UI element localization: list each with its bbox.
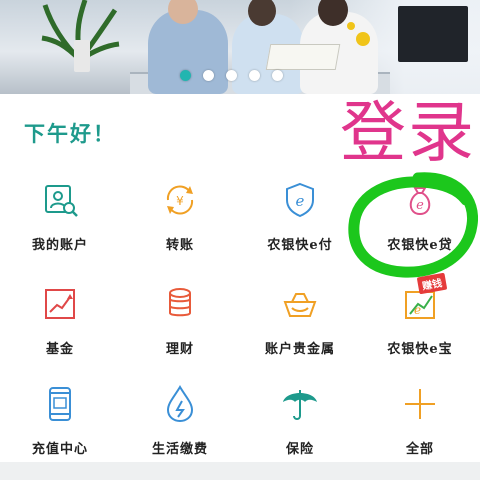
carousel-dot[interactable] [226,70,237,81]
menu-item-label: 理财 [165,342,194,357]
svg-text:e: e [296,192,305,210]
menu-item-label: 农银快e宝 [387,342,453,357]
menu-item-utility[interactable]: 生活缴费 [120,372,240,472]
banner-coin-image [356,32,370,46]
phone-recharge-icon [49,387,71,421]
bottom-divider [0,462,480,480]
fund-chart-icon [45,289,75,319]
menu-item-insurance[interactable]: 保险 [240,372,360,472]
wealth-coins-icon [169,288,191,317]
transfer-yuan-icon: ¥ [166,185,194,215]
account-search-icon [45,185,78,217]
promo-banner[interactable] [0,0,480,94]
svg-text:e: e [416,198,424,213]
carousel-indicator [180,70,283,81]
carousel-dot-active[interactable] [180,70,191,81]
carousel-dot[interactable] [203,70,214,81]
banner-monitor-image [398,6,468,62]
menu-item-all[interactable]: 全部 [360,372,480,472]
menu-item-e-pay[interactable]: e 农银快e付 [240,168,360,268]
e-pay-shield-icon: e [286,182,314,218]
menu-item-label: 农银快e付 [267,238,333,253]
menu-item-e-loan[interactable]: e 农银快e贷 [360,168,480,268]
menu-item-label: 我的账户 [31,238,88,253]
menu-item-label: 基金 [45,342,74,357]
menu-item-label: 转账 [165,238,194,253]
menu-item-label: 充值中心 [31,442,88,457]
menu-item-transfer[interactable]: ¥ 转账 [120,168,240,268]
umbrella-icon [283,390,317,420]
banner-document-image [265,44,341,70]
svg-text:e: e [414,303,421,317]
menu-item-recharge[interactable]: 充值中心 [0,372,120,472]
svg-text:¥: ¥ [176,194,184,208]
carousel-dot[interactable] [272,70,283,81]
menu-item-my-account[interactable]: 我的账户 [0,168,120,268]
banner-coin-image [347,22,355,30]
annotation-text: 登录 [340,94,476,171]
menu-item-label: 农银快e贷 [387,238,453,253]
e-loan-bag-icon: e [409,187,431,216]
menu-item-label: 生活缴费 [151,442,208,457]
menu-item-wealth[interactable]: 理财 [120,272,240,372]
plus-icon [405,389,435,419]
greeting-text: 下午好！ [24,121,116,146]
gold-ingot-icon [283,293,317,317]
utility-drop-icon [166,385,194,423]
menu-item-label: 全部 [405,442,434,457]
menu-item-label: 账户贵金属 [264,342,335,357]
menu-item-label: 保险 [285,442,314,457]
menu-item-precious-metal[interactable]: 账户贵金属 [240,272,360,372]
banner-pot-image [74,40,90,72]
menu-item-fund[interactable]: 基金 [0,272,120,372]
carousel-dot[interactable] [249,70,260,81]
